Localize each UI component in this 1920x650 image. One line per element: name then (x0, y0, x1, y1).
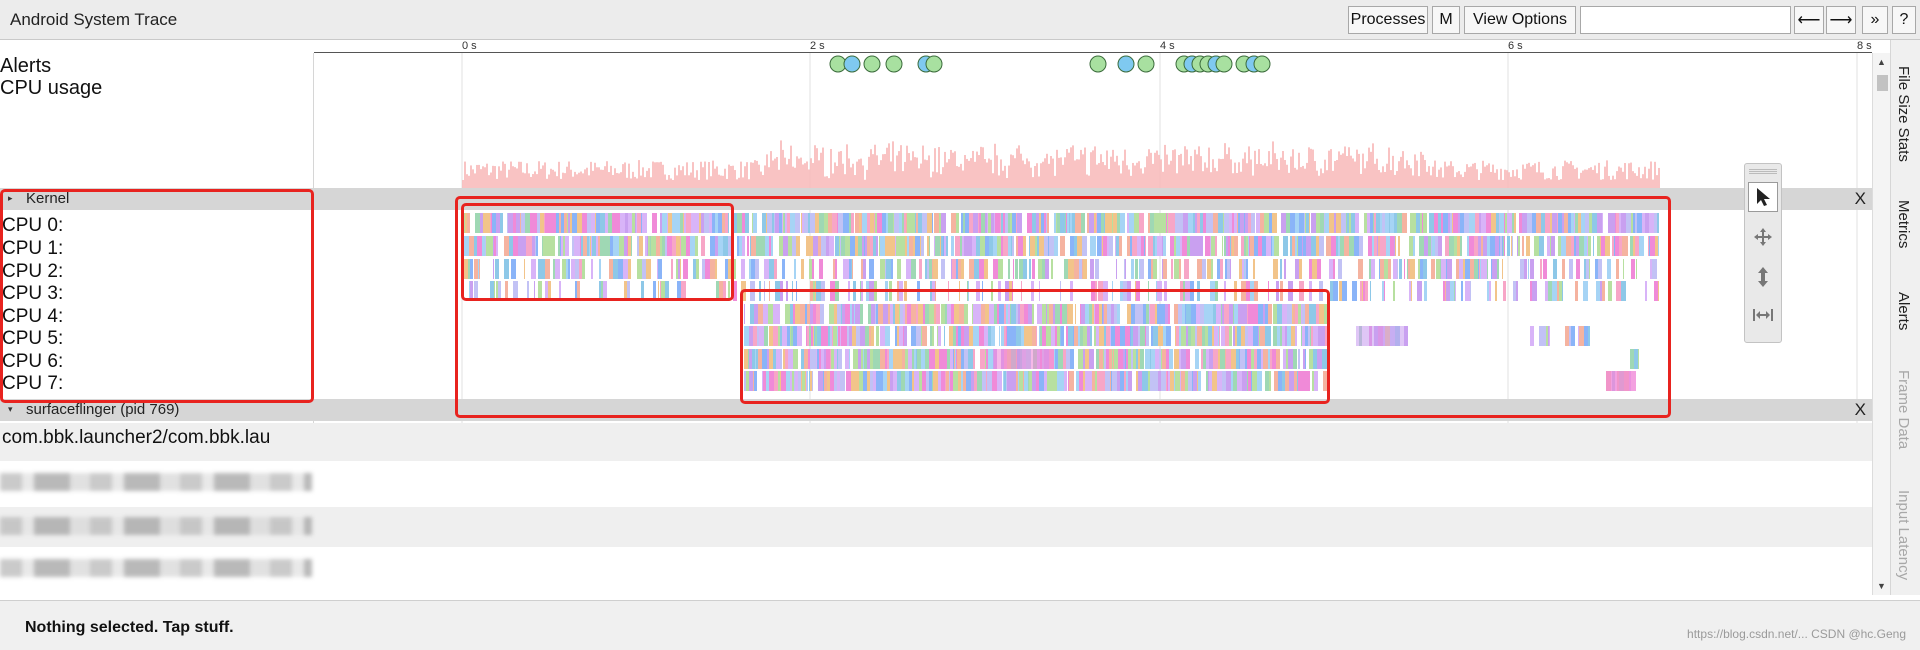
alert-marker[interactable] (885, 55, 903, 73)
cpu-1-label: CPU 1: (2, 238, 64, 259)
kernel-section-header[interactable]: ▸ Kernel X (0, 188, 1872, 210)
kernel-close-button[interactable]: X (1855, 189, 1866, 209)
timing-icon[interactable] (1748, 300, 1778, 330)
more-button[interactable]: » (1862, 6, 1888, 34)
alert-marker[interactable] (1137, 55, 1155, 73)
cpu-3-label: CPU 3: (2, 283, 64, 304)
redacted-label (0, 559, 312, 577)
palette-grip[interactable] (1749, 168, 1777, 174)
alerts-track-label: Alerts (0, 55, 52, 77)
expand-triangle-icon[interactable]: ▸ (8, 193, 13, 204)
process-row-label: com.bbk.launcher2/com.bbk.lau (2, 427, 271, 448)
cpu-0-label: CPU 0: (2, 215, 64, 236)
ruler-tick-2: 2 s (810, 40, 825, 52)
alert-marker[interactable] (1089, 55, 1107, 73)
alert-marker[interactable] (1215, 55, 1233, 73)
ruler-tick-8: 8 s (1857, 40, 1872, 52)
collapse-triangle-icon[interactable]: ▾ (8, 404, 13, 415)
left-arrow-icon: ⟵ (1797, 12, 1821, 29)
help-button[interactable]: ? (1892, 6, 1916, 34)
surfaceflinger-section-header[interactable]: ▾ surfaceflinger (pid 769) X (0, 399, 1872, 421)
m-button[interactable]: M (1432, 6, 1460, 34)
cpu-5-label: CPU 5: (2, 328, 64, 349)
scroll-thumb[interactable] (1877, 75, 1888, 91)
tool-palette[interactable] (1744, 163, 1782, 343)
tab-input-latency[interactable]: Input Latency (1895, 490, 1912, 580)
alert-marker[interactable] (1253, 55, 1271, 73)
cpu-4-label: CPU 4: (2, 306, 64, 327)
side-tabs: File Size Stats Metrics Alerts Frame Dat… (1890, 40, 1920, 595)
redacted-label (0, 473, 312, 491)
status-bar: Nothing selected. Tap stuff. https://blo… (0, 600, 1920, 650)
window-title: Android System Trace (10, 10, 178, 29)
redacted-label (0, 517, 312, 535)
surfaceflinger-close-button[interactable]: X (1855, 400, 1866, 420)
surfaceflinger-header-label: surfaceflinger (pid 769) (26, 401, 180, 418)
right-arrow-icon: ⟶ (1829, 12, 1853, 29)
selection-status: Nothing selected. Tap stuff. (25, 619, 234, 636)
back-button[interactable]: ⟵ (1794, 6, 1824, 34)
pan-icon[interactable] (1748, 222, 1778, 252)
pointer-icon[interactable] (1748, 182, 1778, 212)
process-row[interactable] (0, 547, 1872, 595)
process-row[interactable] (0, 507, 1872, 547)
cpu-usage-track-label: CPU usage (0, 77, 103, 99)
process-row[interactable] (0, 461, 1872, 507)
time-ruler[interactable] (314, 40, 1872, 53)
ruler-tick-6: 6 s (1508, 40, 1523, 52)
cpu-6-label: CPU 6: (2, 351, 64, 372)
ruler-tick-0: 0 s (462, 40, 477, 52)
forward-button[interactable]: ⟶ (1826, 6, 1856, 34)
alert-marker[interactable] (863, 55, 881, 73)
vertical-scrollbar[interactable]: ▲ ▼ (1872, 53, 1890, 595)
process-row[interactable]: com.bbk.launcher2/com.bbk.lau (0, 423, 1872, 461)
search-input[interactable] (1580, 6, 1791, 34)
tab-alerts[interactable]: Alerts (1895, 292, 1912, 330)
alert-marker[interactable] (843, 55, 861, 73)
tab-metrics[interactable]: Metrics (1895, 200, 1912, 248)
tab-file-size-stats[interactable]: File Size Stats (1895, 66, 1912, 162)
zoom-icon[interactable] (1748, 262, 1778, 292)
alert-marker[interactable] (925, 55, 943, 73)
view-options-button[interactable]: View Options (1464, 6, 1576, 34)
tab-frame-data[interactable]: Frame Data (1895, 370, 1912, 449)
scroll-up-icon[interactable]: ▲ (1877, 57, 1886, 67)
cpu-2-label: CPU 2: (2, 261, 64, 282)
ruler-tick-4: 4 s (1160, 40, 1175, 52)
processes-button[interactable]: Processes (1348, 6, 1428, 34)
title-bar: Android System Trace Processes M View Op… (0, 0, 1920, 40)
alert-marker[interactable] (1117, 55, 1135, 73)
scroll-down-icon[interactable]: ▼ (1877, 581, 1886, 591)
kernel-header-label: Kernel (26, 190, 70, 207)
cpu-7-label: CPU 7: (2, 373, 64, 394)
watermark: https://blog.csdn.net/... CSDN @hc.Geng (1687, 627, 1906, 641)
